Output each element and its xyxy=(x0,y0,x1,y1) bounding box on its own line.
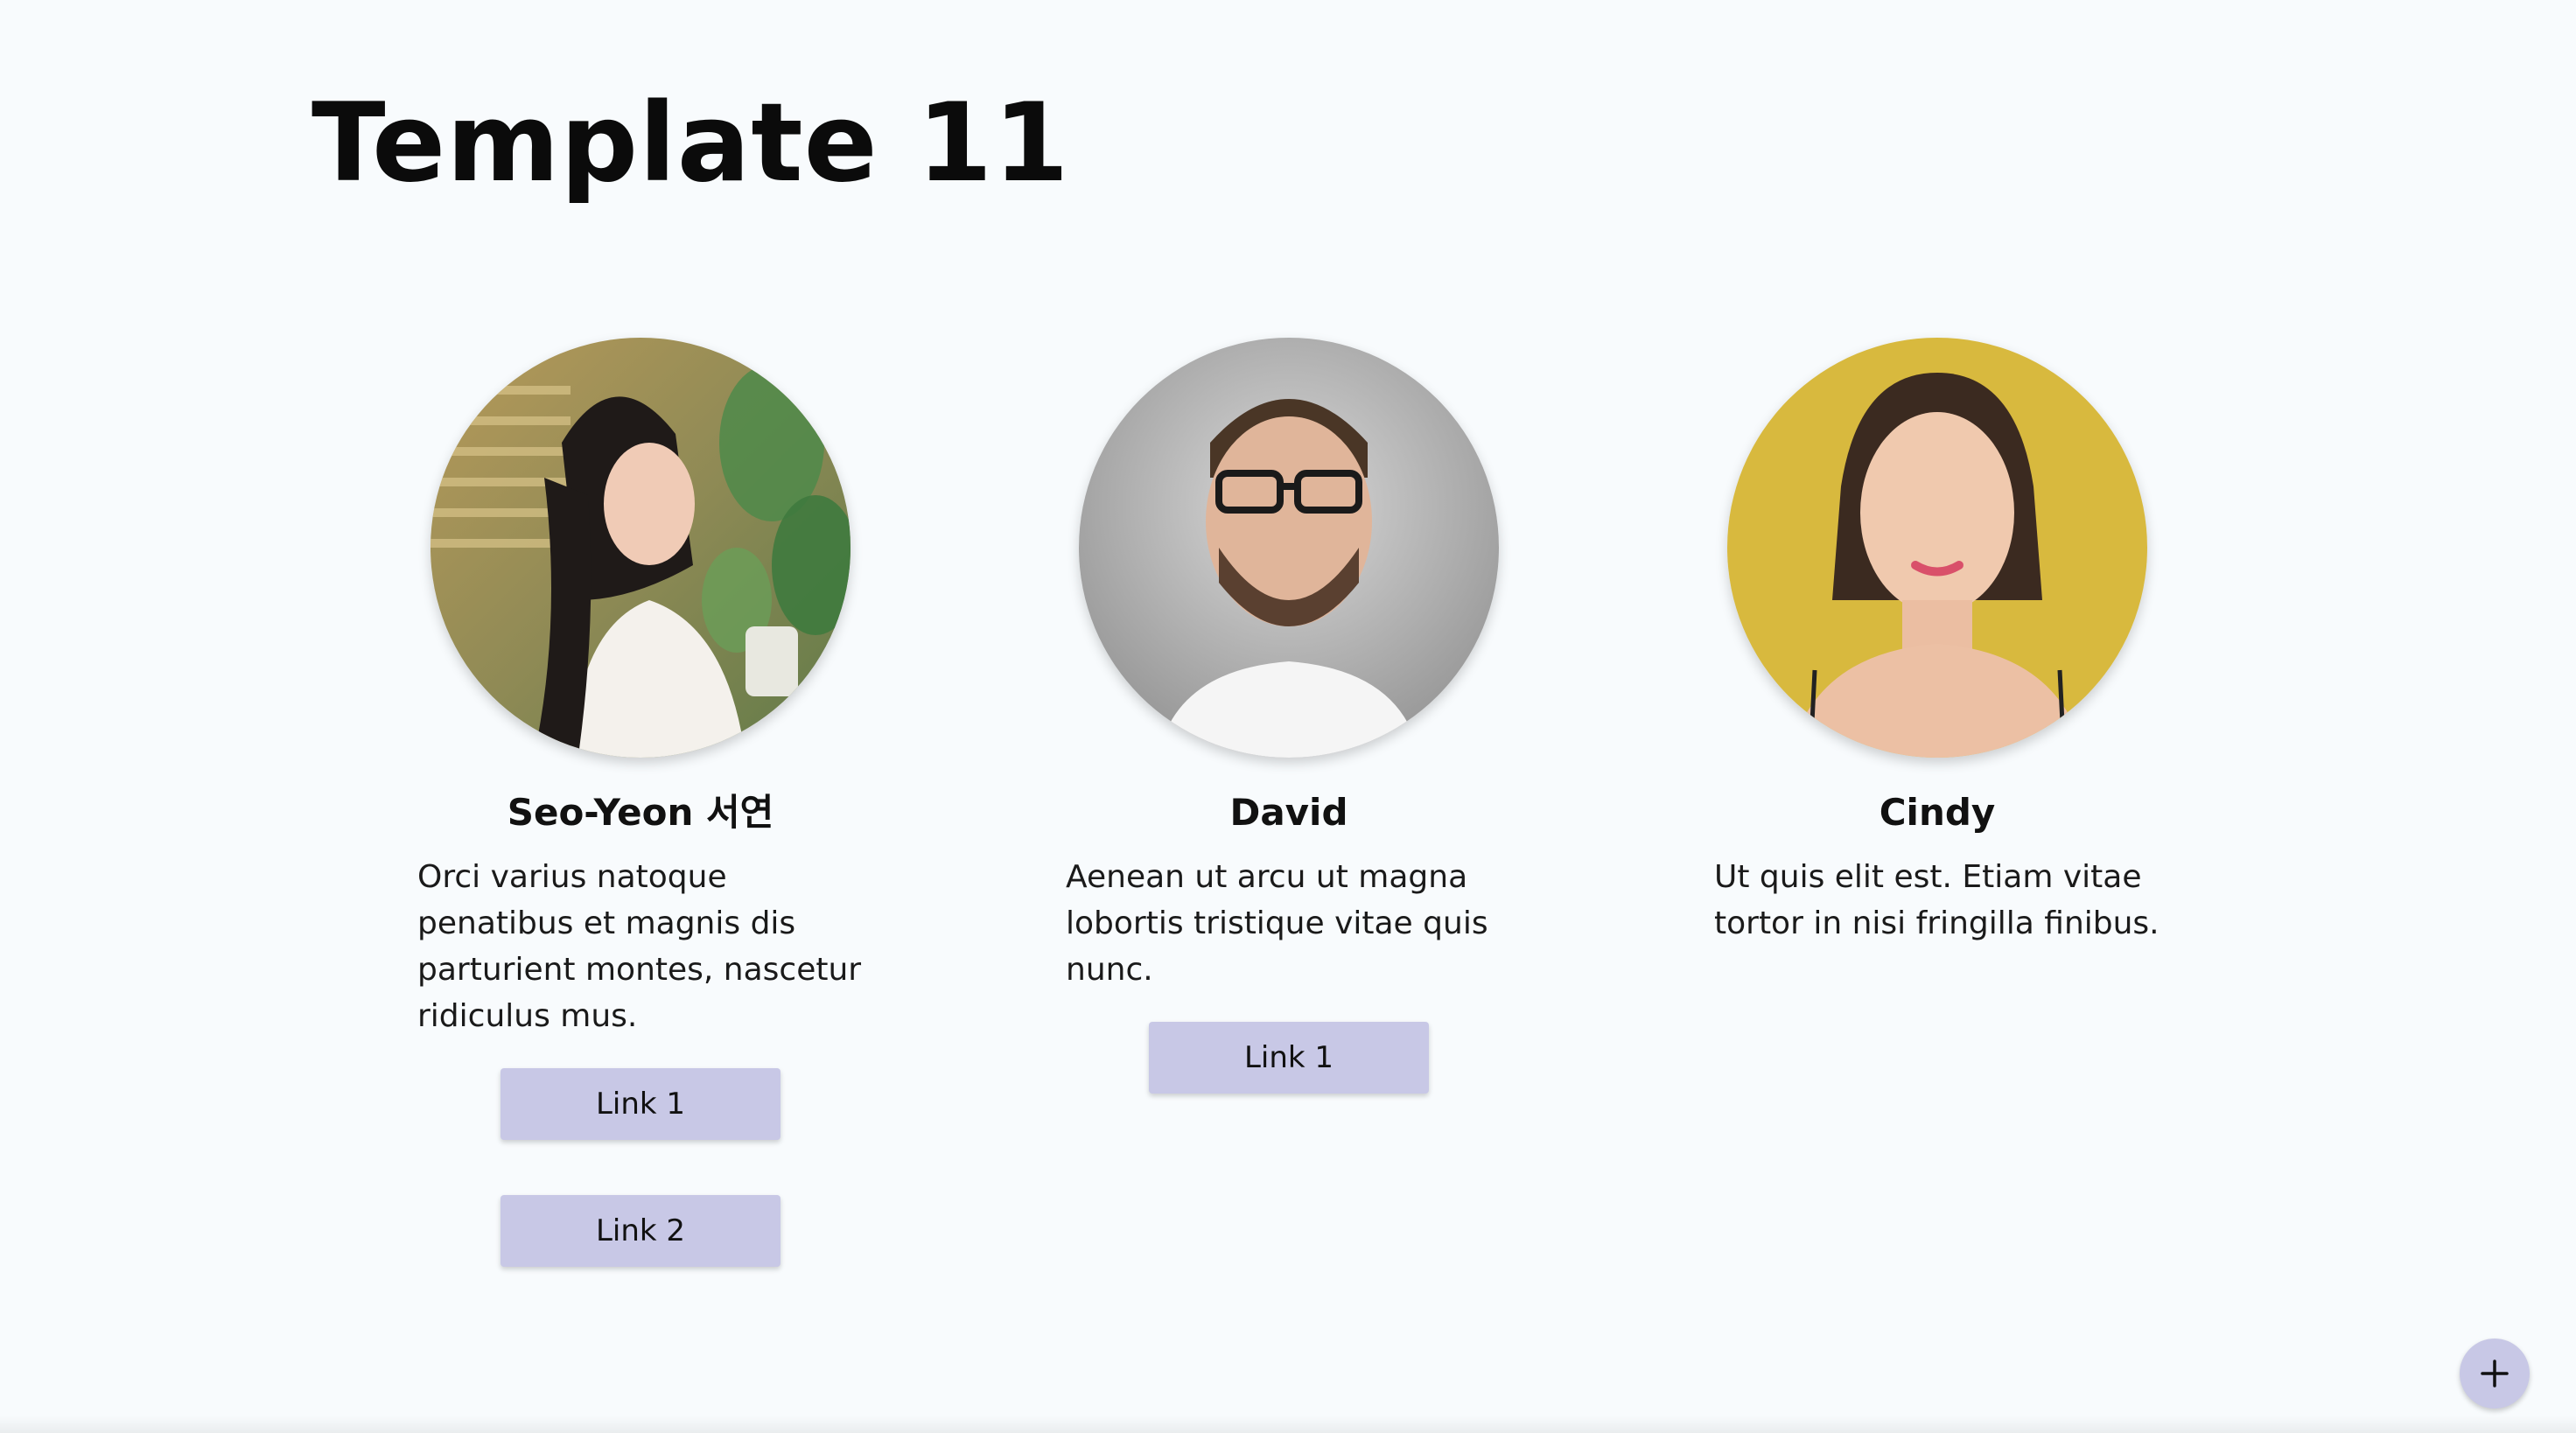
page-title: Template 11 xyxy=(312,80,1070,206)
link-2-button[interactable]: Link 2 xyxy=(500,1195,780,1268)
card-name: Seo-Yeon 서연 xyxy=(507,791,774,834)
avatar-cindy xyxy=(1727,338,2147,758)
card-name: Cindy xyxy=(1879,791,1996,834)
portrait-image xyxy=(1727,338,2147,758)
link-1-button[interactable]: Link 1 xyxy=(1149,1022,1429,1094)
card-description: Ut quis elit est. Etiam vitae tortor in … xyxy=(1714,859,2160,942)
plus-icon xyxy=(2481,1360,2509,1388)
card-description: Aenean ut arcu ut magna lobortis tristiq… xyxy=(1066,859,1488,989)
team-card-cindy: Cindy Ut quis elit est. Etiam vitae tort… xyxy=(1692,338,2182,947)
add-button[interactable] xyxy=(2460,1339,2530,1409)
bottom-edge-shadow xyxy=(0,1416,2576,1433)
team-card-david: David Aenean ut arcu ut magna lobortis t… xyxy=(1044,338,1534,1094)
avatar-david xyxy=(1079,338,1499,758)
link-1-button[interactable]: Link 1 xyxy=(500,1068,780,1141)
card-links: Link 1 Link 2 xyxy=(500,1068,780,1268)
portrait-image xyxy=(1079,338,1499,758)
card-description: Orci varius natoque penatibus et magnis … xyxy=(417,859,862,1035)
card-links: Link 1 xyxy=(1149,1022,1429,1094)
team-card-seo-yeon: Seo-Yeon 서연 Orci varius natoque penatibu… xyxy=(396,338,886,1268)
portrait-image xyxy=(430,338,850,758)
card-name: David xyxy=(1229,791,1348,834)
avatar-seo-yeon xyxy=(430,338,850,758)
